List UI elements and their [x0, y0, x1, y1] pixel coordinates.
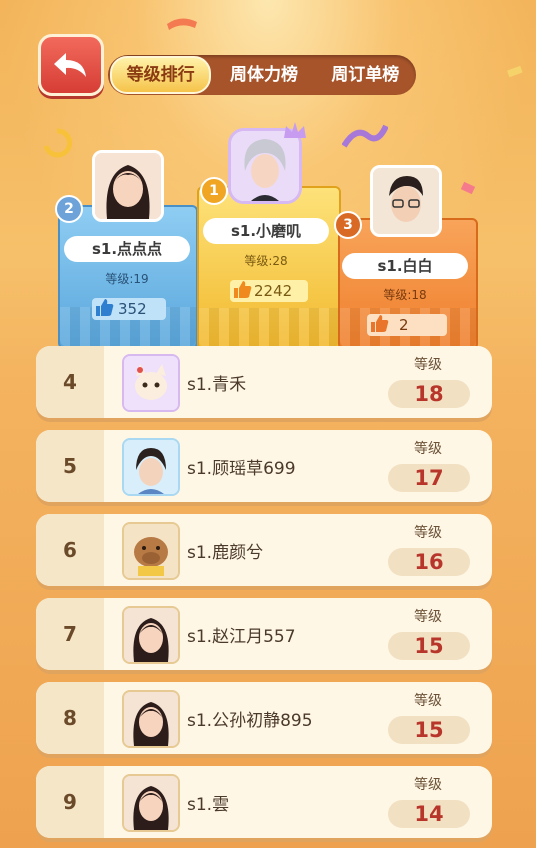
thumbs-up-icon: [232, 279, 252, 303]
podium-drape: [199, 308, 339, 348]
ranking-tabs: 等级排行 周体力榜 周订单榜: [108, 55, 416, 95]
crown-icon: [284, 122, 306, 138]
tab-level-ranking[interactable]: 等级排行: [110, 56, 212, 94]
level-value: 18: [388, 380, 470, 408]
podium-third-level: 等级:18: [383, 288, 427, 302]
level-value: 15: [388, 716, 470, 744]
level-value: 14: [388, 800, 470, 828]
player-name: s1.鹿颜兮: [187, 543, 264, 563]
rank-3-badge: 3: [334, 211, 362, 239]
row-rank: 8: [36, 682, 104, 754]
level-label: 等级: [414, 357, 442, 373]
avatar[interactable]: [370, 165, 442, 237]
row-rank: 7: [36, 598, 104, 670]
cat-avatar: [122, 354, 180, 412]
thumbs-up-icon: [369, 313, 389, 337]
rank-2-badge: 2: [55, 195, 83, 223]
rank-1-badge: 1: [200, 177, 228, 205]
boy-avatar: [122, 438, 180, 496]
confetti-decoration: [43, 128, 72, 158]
level-value: 16: [388, 548, 470, 576]
list-item[interactable]: 6 s1.鹿颜兮 等级 16: [36, 514, 492, 586]
like-count: 2242: [254, 282, 293, 300]
thumbs-up-icon: [94, 297, 114, 321]
row-rank: 6: [36, 514, 104, 586]
list-item[interactable]: 9 s1.雲 等级 14: [36, 766, 492, 838]
level-label: 等级: [414, 609, 442, 625]
tab-weekly-orders[interactable]: 周订单榜: [317, 58, 414, 92]
confetti-decoration: [507, 65, 523, 78]
podium-first-likes: 2242: [230, 280, 308, 302]
list-item[interactable]: 7 s1.赵江月557 等级 15: [36, 598, 492, 670]
girl-portrait-icon: [95, 153, 161, 219]
list-item[interactable]: 8 s1.公孙初静895 等级 15: [36, 682, 492, 754]
girl-avatar: [122, 606, 180, 664]
player-name: s1.顾瑶草699: [187, 459, 296, 479]
boy-portrait-icon: [231, 131, 299, 201]
like-count: 2: [399, 316, 409, 334]
level-value: 15: [388, 632, 470, 660]
podium-first-name: s1.小磨叽: [203, 218, 329, 244]
row-rank: 9: [36, 766, 104, 838]
man-glasses-portrait-icon: [373, 168, 439, 234]
back-button[interactable]: [38, 34, 104, 96]
list-item[interactable]: 4 s1.青禾 等级 18: [36, 346, 492, 418]
confetti-decoration: [342, 124, 388, 148]
player-name: s1.青禾: [187, 375, 247, 395]
avatar[interactable]: [92, 150, 164, 222]
podium-first-level: 等级:28: [244, 254, 288, 268]
player-name: s1.公孙初静895: [187, 711, 313, 731]
confetti-decoration: [460, 181, 476, 195]
girl-avatar: [122, 774, 180, 832]
row-rank: 5: [36, 430, 104, 502]
like-count: 352: [118, 300, 147, 318]
capybara-avatar: [122, 522, 180, 580]
tab-weekly-stamina[interactable]: 周体力榜: [215, 58, 312, 92]
podium-third-name: s1.白白: [342, 253, 468, 279]
back-arrow-icon: [54, 53, 86, 77]
list-item[interactable]: 5 s1.顾瑶草699 等级 17: [36, 430, 492, 502]
level-label: 等级: [414, 441, 442, 457]
podium-second-name: s1.点点点: [64, 236, 190, 262]
confetti-decoration: [167, 18, 197, 30]
podium-third-likes: 2: [367, 314, 447, 336]
player-name: s1.赵江月557: [187, 627, 296, 647]
level-label: 等级: [414, 777, 442, 793]
player-name: s1.雲: [187, 795, 230, 815]
podium-second-level: 等级:19: [105, 272, 149, 286]
level-value: 17: [388, 464, 470, 492]
level-label: 等级: [414, 693, 442, 709]
level-label: 等级: [414, 525, 442, 541]
girl-avatar: [122, 690, 180, 748]
podium-second-likes: 352: [92, 298, 166, 320]
row-rank: 4: [36, 346, 104, 418]
